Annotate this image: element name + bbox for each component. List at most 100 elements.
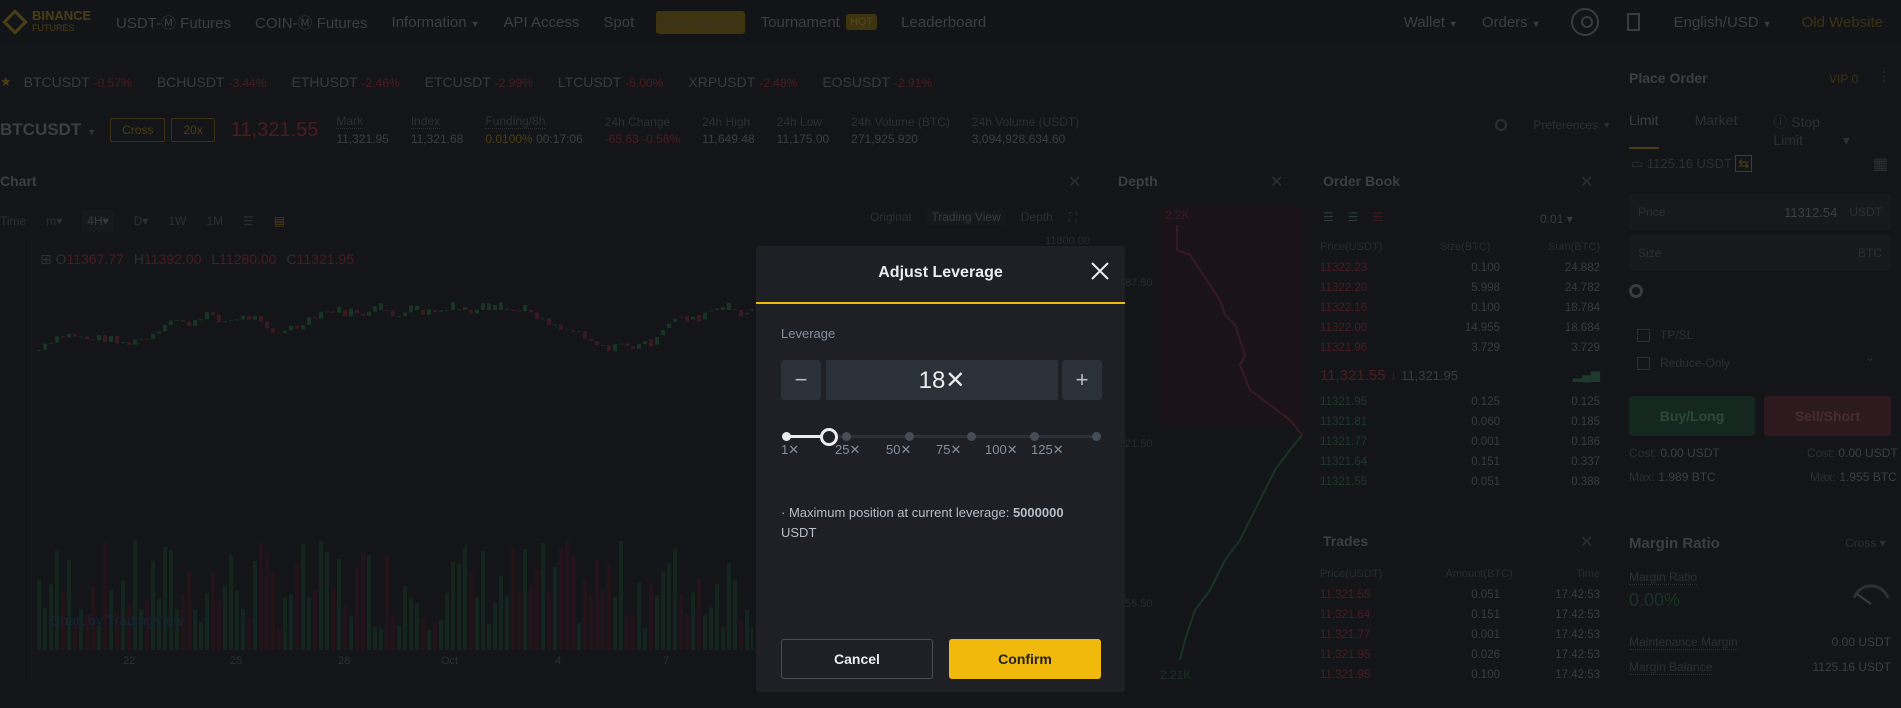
view-trading-view[interactable]: Trading View — [927, 210, 1005, 225]
sell-short-button[interactable]: Sell/Short — [1764, 396, 1891, 436]
price-input[interactable]: Price 11312.54 USDT — [1629, 194, 1891, 230]
slider-stop[interactable] — [1092, 432, 1101, 441]
table-row[interactable]: 11322.23 0.100 24.882 — [1320, 258, 1600, 278]
nav-usdt-futures[interactable]: USDT-Ⓜ Futures — [116, 12, 231, 33]
theme-toggle-icon[interactable] — [1495, 119, 1508, 131]
ticker-item[interactable]: ETHUSDT -2.46% — [292, 74, 400, 90]
tab-market[interactable]: Market — [1695, 112, 1738, 149]
slider-mark-label[interactable]: 1✕ — [781, 442, 799, 458]
nav-coin-futures[interactable]: COIN-Ⓜ Futures — [255, 12, 368, 33]
margin-mode-select[interactable]: Cross ▾ — [1845, 536, 1886, 550]
binance-futures-logo[interactable]: BINANCE FUTURES — [2, 9, 104, 35]
table-row[interactable]: 11321.64 0.151 0.337 — [1320, 452, 1600, 472]
interval-1w[interactable]: 1W — [168, 214, 186, 228]
table-row[interactable]: 11,321.95 0.100 17:42:53 — [1320, 665, 1600, 685]
slider-stop[interactable] — [967, 432, 976, 441]
interval-time[interactable]: Time — [0, 214, 26, 228]
cancel-button[interactable]: Cancel — [781, 639, 933, 679]
nav-orders[interactable]: Orders ▼ — [1482, 14, 1541, 31]
ohlc-toggle-icon[interactable]: ⊞ — [40, 251, 52, 267]
star-icon[interactable]: ★ — [0, 74, 12, 90]
ticker-item[interactable]: XRPUSDT -2.48% — [688, 74, 797, 90]
slider-stop[interactable] — [842, 432, 851, 441]
precision-select[interactable]: 0.01 ▾ — [1540, 212, 1573, 226]
layout-bids-icon[interactable]: ☰ — [1348, 210, 1359, 224]
orderbook-close-icon[interactable]: ✕ — [1580, 172, 1593, 192]
user-account-icon[interactable] — [1570, 8, 1599, 36]
nav-api-access[interactable]: API Access — [504, 14, 580, 31]
confirm-button[interactable]: Confirm — [949, 639, 1101, 679]
table-row[interactable]: 11,321.64 0.151 17:42:53 — [1320, 605, 1600, 625]
nav-language[interactable]: English/USD ▼ — [1674, 14, 1772, 31]
nav-earn-bonus[interactable]: Earn Bonus — [656, 10, 745, 34]
slider-stop[interactable] — [1029, 432, 1039, 441]
tab-limit[interactable]: Limit — [1629, 112, 1659, 149]
increase-leverage-button[interactable]: + — [1062, 360, 1102, 400]
table-row[interactable]: 11321.81 0.060 0.185 — [1320, 412, 1600, 432]
leverage-button[interactable]: 20x — [171, 118, 215, 142]
decrease-leverage-button[interactable]: − — [781, 360, 821, 400]
download-app-icon[interactable] — [1626, 13, 1640, 31]
signal-bars-icon[interactable]: ▂▄▆ — [1573, 368, 1600, 382]
ticker-item[interactable]: LTCUSDT -5.00% — [558, 74, 664, 90]
chart-settings-icon[interactable]: ☰ — [243, 214, 254, 228]
table-row[interactable]: 11,321.95 0.026 17:42:53 — [1320, 645, 1600, 665]
view-original[interactable]: Original — [870, 210, 911, 225]
slider-stop[interactable] — [782, 432, 791, 441]
calculator-icon[interactable]: ▦ — [1873, 154, 1888, 174]
table-row[interactable]: 11,321.55 0.051 17:42:53 — [1320, 585, 1600, 605]
interval-4h[interactable]: 4H▾ — [82, 210, 114, 232]
margin-mode-button[interactable]: Cross — [110, 118, 166, 142]
close-icon[interactable] — [1089, 260, 1111, 282]
nav-spot[interactable]: Spot — [603, 14, 634, 31]
table-row[interactable]: 11322.20 5.998 24.782 — [1320, 278, 1600, 298]
fullscreen-icon[interactable]: ⛶ — [1069, 210, 1077, 225]
table-row[interactable]: 11,321.77 0.001 17:42:53 — [1320, 625, 1600, 645]
ticker-item[interactable]: BCHUSDT -3.44% — [157, 74, 267, 90]
table-row[interactable]: 11322.00 14.955 18.684 — [1320, 318, 1600, 338]
expand-icon[interactable]: ⌄ — [1865, 350, 1875, 364]
slider-mark-label[interactable]: 50✕ — [886, 442, 911, 458]
ticker-item[interactable]: BTCUSDT -0.57% — [24, 74, 132, 90]
size-input[interactable]: Size BTC — [1629, 235, 1891, 271]
interval-1m[interactable]: 1M — [206, 214, 223, 228]
slider-mark-label[interactable]: 100✕ — [985, 442, 1018, 458]
preferences-menu[interactable]: Preferences ▼ — [1495, 118, 1611, 132]
symbol-selector[interactable]: BTCUSDT ▼ — [0, 120, 96, 140]
more-options-icon[interactable]: ⋮ — [1877, 68, 1891, 85]
slider-mark-label[interactable]: 25✕ — [835, 442, 860, 458]
depth-close-icon[interactable]: ✕ — [1270, 172, 1283, 192]
tradingview-watermark[interactable]: Chart by TradingView — [50, 612, 184, 628]
nav-tournament[interactable]: Tournament — [761, 14, 840, 31]
table-row[interactable]: 11322.16 0.100 18.784 — [1320, 298, 1600, 318]
tab-stop-limit[interactable]: ⓘ Stop Limit ▾ — [1773, 112, 1853, 149]
nav-leaderboard[interactable]: Leaderboard — [901, 14, 986, 31]
nav-information[interactable]: Information ▼ — [392, 14, 480, 31]
table-row[interactable]: 11321.96 3.729 3.729 — [1320, 338, 1600, 358]
table-row[interactable]: 11321.55 0.051 0.388 — [1320, 472, 1600, 492]
nav-wallet[interactable]: Wallet ▼ — [1404, 14, 1458, 31]
transfer-icon[interactable]: ⇆ — [1735, 155, 1753, 172]
interval-minutes[interactable]: m▾ — [46, 214, 62, 228]
old-website-link[interactable]: Old Website — [1802, 14, 1883, 31]
tpsl-checkbox[interactable]: TP/SL — [1637, 328, 1693, 342]
chart-close-icon[interactable]: ✕ — [1068, 172, 1081, 192]
buy-long-button[interactable]: Buy/Long — [1629, 396, 1755, 436]
layout-both-icon[interactable]: ☰ — [1323, 210, 1334, 224]
layout-asks-icon[interactable]: ☰ — [1373, 210, 1384, 224]
trades-close-icon[interactable]: ✕ — [1580, 532, 1593, 552]
ticker-item[interactable]: EOSUSDT -2.91% — [822, 74, 932, 90]
reduce-only-checkbox[interactable]: Reduce-Only — [1637, 356, 1730, 370]
candlestick-chart[interactable] — [33, 270, 753, 660]
interval-day[interactable]: D▾ — [134, 214, 149, 228]
size-slider-handle[interactable] — [1629, 284, 1643, 298]
slider-mark-label[interactable]: 125✕ — [1031, 442, 1064, 458]
ticker-item[interactable]: ETCUSDT -2.99% — [425, 74, 533, 90]
slider-mark-label[interactable]: 75✕ — [936, 442, 961, 458]
leverage-input[interactable]: 18✕ — [826, 360, 1058, 400]
table-row[interactable]: 11321.95 0.125 0.125 — [1320, 392, 1600, 412]
indicators-icon[interactable]: ▤ — [274, 214, 285, 228]
table-row[interactable]: 11321.77 0.001 0.186 — [1320, 432, 1600, 452]
view-depth[interactable]: Depth — [1021, 210, 1053, 225]
slider-stop[interactable] — [904, 432, 914, 441]
